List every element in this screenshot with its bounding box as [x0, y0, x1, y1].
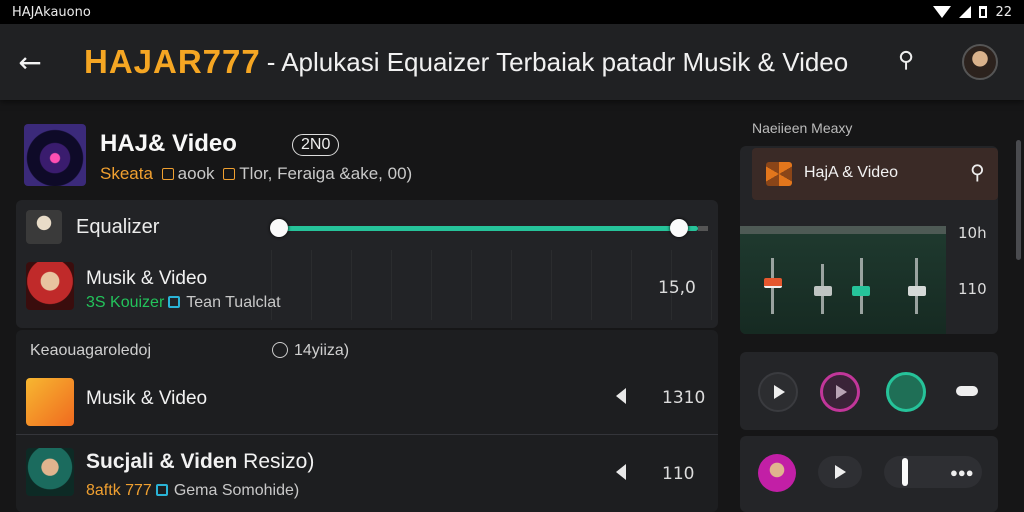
back-arrow-icon[interactable]: ← — [0, 46, 60, 79]
track-subtitle: 3S Kouizer Tean Tualclat — [86, 294, 281, 312]
wave-icon — [223, 168, 236, 180]
bookmark-icon — [161, 168, 174, 180]
equalizer-slider-track[interactable] — [278, 226, 698, 231]
subtitle-orange: Skeata — [100, 164, 153, 183]
mixer-title: HajA & Video — [804, 164, 898, 181]
right-panel-header: Naeiieen Meaxy — [752, 120, 853, 136]
mixer-progress — [740, 226, 946, 234]
equalizer-avatar-icon — [26, 210, 62, 244]
list-item-value: 110 — [662, 464, 695, 484]
play-button[interactable] — [758, 372, 798, 412]
play-icon — [774, 385, 785, 399]
now-playing-title: HAJ& Video — [100, 130, 237, 157]
status-bar: HAJAkauono 22 — [0, 0, 1024, 24]
profile-avatar[interactable] — [962, 44, 998, 80]
tag-icon — [155, 484, 168, 496]
scrollbar[interactable] — [1016, 140, 1021, 260]
list-item-title[interactable]: Musik & Video — [86, 388, 207, 410]
more-icon[interactable]: ●●● — [950, 465, 974, 480]
track-subtitle-green: 3S Kouizer — [86, 294, 165, 311]
list-item-art — [26, 378, 74, 426]
play-icon — [836, 385, 847, 399]
seek-handle[interactable] — [902, 458, 908, 486]
list-item-title-bold: Sucjali & Viden — [86, 450, 238, 473]
status-badge: 2N0 — [292, 134, 340, 156]
divider — [16, 434, 718, 435]
mixer-card: HajA & Video ⚲ 10h 110 — [740, 146, 998, 334]
slider-start-handle[interactable] — [270, 219, 288, 237]
brand-logo-text: HAJAR777 — [84, 43, 261, 80]
now-playing-subtitle: Skeata aook Tlor, Feraiga &ake, 00) — [100, 164, 412, 184]
tag-icon — [168, 296, 181, 308]
list-item-title-rest: Resizo) — [243, 450, 315, 473]
playback-controls — [740, 352, 998, 430]
subtitle-text-2: Tlor, Feraiga &ake, 00) — [239, 164, 413, 183]
eq-grid-background — [271, 250, 716, 320]
fader-3-handle[interactable] — [852, 286, 870, 296]
play-alt-button[interactable] — [820, 372, 860, 412]
album-art — [24, 124, 86, 186]
fader-2-handle[interactable] — [814, 286, 832, 296]
play-icon — [835, 465, 846, 479]
app-title: - Aplukasi Equaizer Terbaiak patadr Musi… — [266, 46, 849, 77]
list-item-title[interactable]: Sucjali & Viden Resizo) — [86, 450, 314, 474]
fader-1-handle[interactable] — [764, 278, 782, 288]
user-avatar[interactable] — [758, 454, 796, 492]
speaker-icon[interactable] — [616, 464, 626, 480]
search-icon[interactable]: ⚲ — [898, 48, 914, 73]
list-item-subtitle-text: Gema Somohide) — [173, 482, 300, 499]
app-bar: ← HAJAR777 - Aplukasi Equaizer Terbaiak … — [0, 24, 1024, 100]
list-item-art — [26, 448, 74, 496]
fan-icon — [766, 162, 792, 186]
status-app-name: HAJAkauono — [12, 4, 91, 20]
seek-bar[interactable]: ●●● — [884, 456, 982, 488]
battery-level: 22 — [995, 4, 1012, 20]
secondary-controls: ●●● — [740, 436, 998, 512]
signal-icon — [959, 6, 972, 18]
equalizer-label: Equalizer — [76, 216, 160, 238]
play-button[interactable] — [818, 456, 862, 488]
info-icon[interactable] — [272, 342, 288, 358]
equalizer-slider-rest — [698, 226, 708, 231]
equalizer-card: Equalizer Musik & Video 3S Kouizer Tean T… — [16, 200, 718, 328]
list-item-value: 1310 — [662, 388, 706, 408]
track-art — [26, 262, 74, 310]
speaker-icon[interactable] — [616, 388, 626, 404]
subtitle-text-1: aook — [177, 164, 215, 183]
list-item-subtitle: 8aftk 777 Gema Somohide) — [86, 482, 299, 500]
playlist-card: Keaouagaroledoj 14yiiza) Musik & Video 1… — [16, 330, 718, 512]
list-item-subtitle-orange: 8aftk 777 — [86, 482, 152, 499]
volume-knob[interactable] — [886, 372, 926, 412]
wifi-icon — [933, 6, 952, 18]
slider-end-handle[interactable] — [670, 219, 688, 237]
fader-value-bottom: 110 — [958, 280, 987, 298]
mixer-banner[interactable]: HajA & Video ⚲ — [752, 148, 998, 200]
toggle-icon[interactable] — [956, 386, 978, 396]
list-header-right: 14yiiza) — [272, 342, 349, 360]
track-title: Musik & Video — [86, 268, 208, 289]
battery-icon — [979, 6, 988, 18]
fader-value-top: 10h — [958, 224, 987, 242]
track-subtitle-text: Tean Tualclat — [186, 294, 281, 311]
now-playing-header: HAJ& Video 2N0 Skeata aook Tlor, Feraiga… — [24, 124, 714, 188]
search-icon[interactable]: ⚲ — [970, 160, 985, 184]
list-header-right-text: 14yiiza) — [294, 342, 350, 359]
track-value: 15,0 — [658, 278, 696, 298]
list-header-left: Keaouagaroledoj — [30, 342, 151, 359]
status-icons: 22 — [933, 5, 1012, 20]
fader-4-handle[interactable] — [908, 286, 926, 296]
